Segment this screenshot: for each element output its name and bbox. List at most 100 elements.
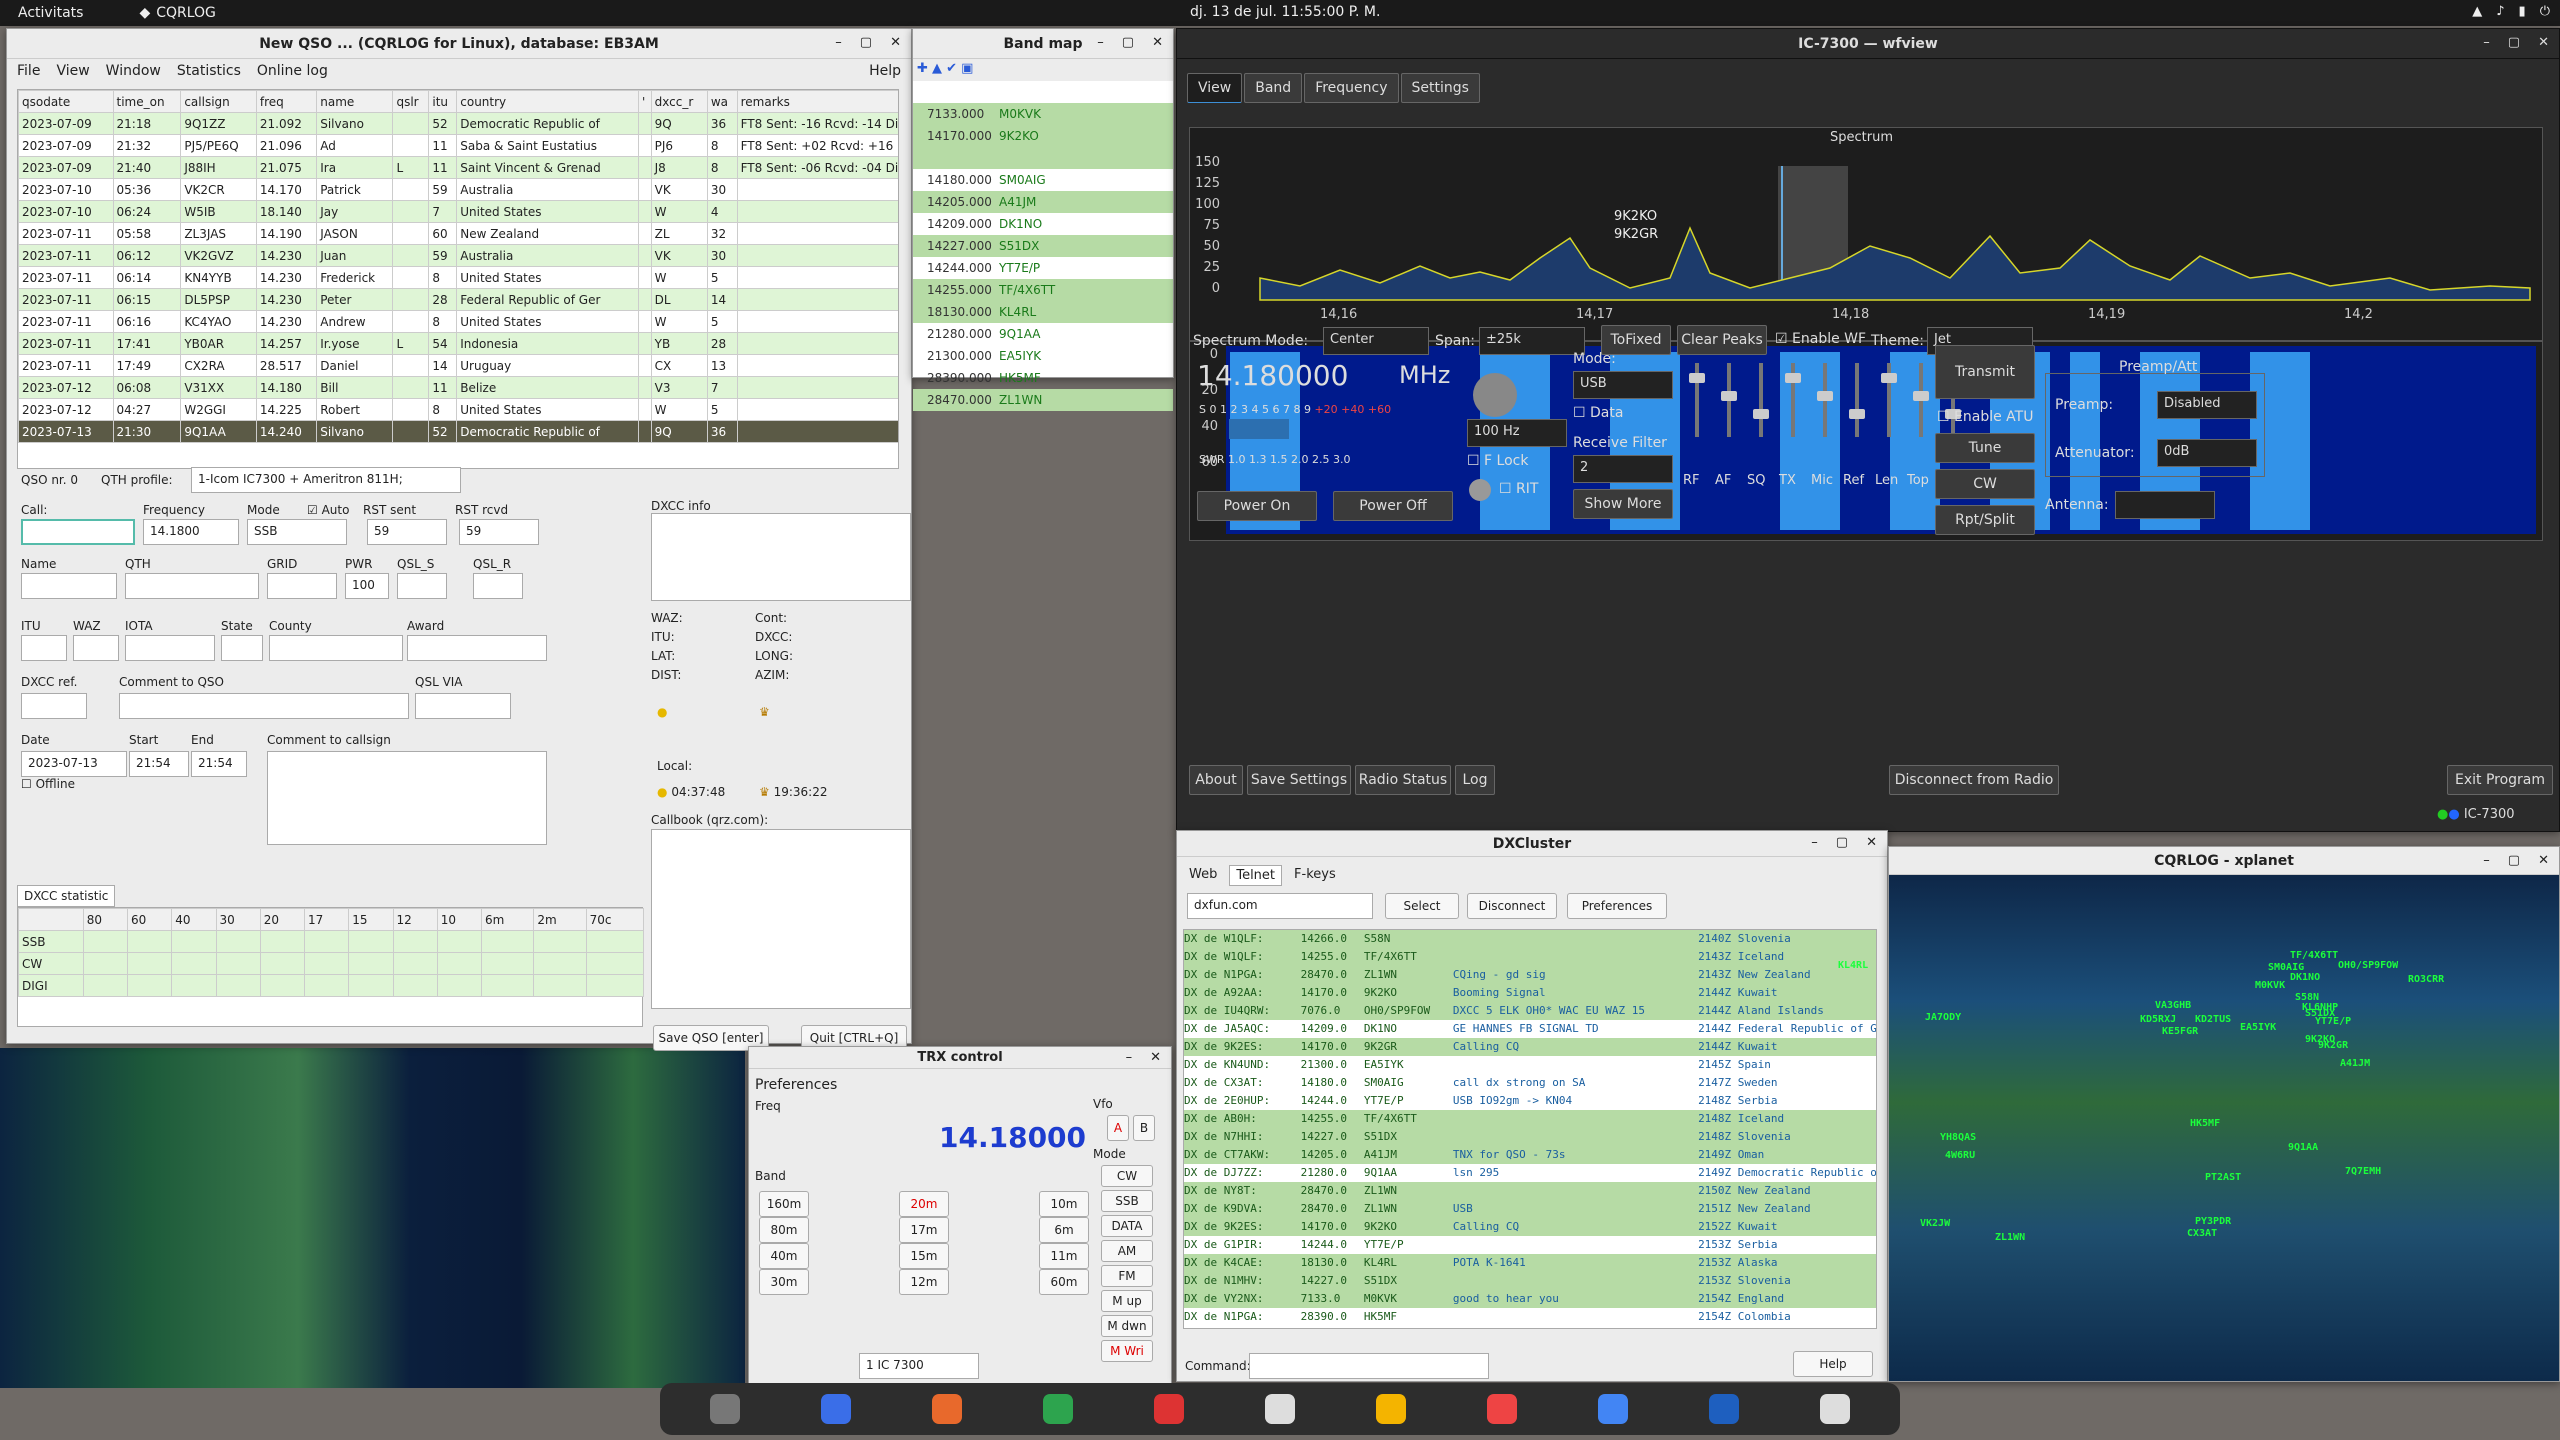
- vfo-a-button[interactable]: A: [1107, 1115, 1129, 1141]
- band-map-list[interactable]: 7133.000 M0KVK 14170.000 9K2KO 14180.000 SM0A…: [913, 81, 1173, 411]
- mode-select[interactable]: SSB: [247, 519, 347, 545]
- column-header[interactable]: remarks: [736, 90, 898, 113]
- table-row[interactable]: 2023-07-13 21:30 9Q1AA 14.240 Silvano 52 Democ…: [18, 420, 898, 443]
- minimize-icon[interactable]: –: [835, 35, 842, 50]
- column-header[interactable]: callsign: [180, 90, 257, 113]
- band-map-row[interactable]: 14205.000 A41JM: [913, 191, 1173, 213]
- cluster-spot-row[interactable]: DX de N1PGA: 28470.0 ZL1WN CQing - gd sig 21…: [1184, 966, 1876, 984]
- band-button[interactable]: 40m: [759, 1243, 809, 1269]
- cluster-spot-row[interactable]: DX de VY2NX: 7133.0 M0KVK good to hear you 2…: [1184, 1290, 1876, 1308]
- about-button[interactable]: About: [1189, 765, 1243, 795]
- column-header[interactable]: time_on: [112, 90, 182, 113]
- column-header[interactable]: country: [456, 90, 639, 113]
- band-map-row[interactable]: 21300.000 EA5IYK: [913, 345, 1173, 367]
- menu-item[interactable]: View: [56, 63, 89, 79]
- close-icon[interactable]: ✕: [1866, 835, 1877, 850]
- word-icon[interactable]: [1708, 1394, 1739, 1424]
- freq-input[interactable]: 14.1800: [143, 519, 239, 545]
- rit-checkbox[interactable]: ☐ RIT: [1499, 481, 1538, 497]
- band-map-row[interactable]: 7133.000 M0KVK: [913, 103, 1173, 125]
- band-map-row[interactable]: 14180.000 SM0AIG: [913, 169, 1173, 191]
- waz-input[interactable]: [73, 635, 119, 661]
- spectrum-panel[interactable]: Spectrum 150 125 100 75 50 25 0 14,16 14,17 14,1…: [1189, 127, 2543, 341]
- band-button[interactable]: 12m: [899, 1269, 949, 1295]
- table-row[interactable]: 2023-07-09 21:18 9Q1ZZ 21.092 Silvano 52 Democ…: [18, 112, 898, 135]
- cluster-spot-row[interactable]: DX de K9DVA: 28470.0 ZL1WN USB 2151Z New Zea…: [1184, 1200, 1876, 1218]
- comment-call-input[interactable]: [267, 751, 547, 845]
- comment-qso-input[interactable]: [119, 693, 409, 719]
- maximize-icon[interactable]: ▢: [2508, 853, 2520, 868]
- table-row[interactable]: 2023-07-10 06:24 W5IB 18.140 Jay 7 United Stat…: [18, 200, 898, 223]
- tab[interactable]: View: [1187, 73, 1243, 103]
- band-map-row[interactable]: 14170.000 9K2KO: [913, 125, 1173, 147]
- cluster-spot-row[interactable]: DX de KN4UND: 21300.0 EA5IYK 2145Z Spain: [1184, 1056, 1876, 1074]
- cluster-spot-row[interactable]: DX de NY8T: 28470.0 ZL1WN 2150Z New Zealand: [1184, 1182, 1876, 1200]
- iota-select[interactable]: [125, 635, 215, 661]
- flock-checkbox[interactable]: ☐ F Lock: [1467, 453, 1528, 469]
- preferences-button[interactable]: Preferences: [1567, 893, 1667, 919]
- select-button[interactable]: Select: [1385, 893, 1459, 919]
- table-row[interactable]: 2023-07-09 21:32 PJ5/PE6Q 21.096 Ad 11 Saba & …: [18, 134, 898, 157]
- cluster-spot-row[interactable]: DX de G1PIR: 14244.0 YT7E/P 2153Z Serbia: [1184, 1236, 1876, 1254]
- qsl-r-select[interactable]: [473, 573, 523, 599]
- band-map-row[interactable]: 28390.000 HK5MF: [913, 367, 1173, 389]
- span-select[interactable]: ±25k: [1479, 327, 1585, 355]
- chrome-icon[interactable]: [1597, 1394, 1628, 1424]
- cluster-spot-row[interactable]: DX de N7HHI: 14227.0 S51DX 2148Z Slovenia: [1184, 1128, 1876, 1146]
- mode-button[interactable]: FM: [1101, 1265, 1153, 1287]
- tab[interactable]: Band: [1244, 73, 1303, 103]
- att-select[interactable]: 0dB: [2157, 439, 2257, 467]
- app-icon[interactable]: [932, 1394, 963, 1424]
- cluster-spot-row[interactable]: DX de A92AA: 14170.0 9K2KO Booming Signal 21…: [1184, 984, 1876, 1002]
- cluster-spot-row[interactable]: DX de DJ7ZZ: 21280.0 9Q1AA lsn 295 2149Z Dem…: [1184, 1164, 1876, 1182]
- grid-input[interactable]: [267, 573, 337, 599]
- date-input[interactable]: 2023-07-13: [21, 751, 127, 777]
- band-button[interactable]: 20m: [899, 1191, 949, 1217]
- clock[interactable]: dj. 13 de jul. 11:55:00 P. M.: [1190, 4, 1380, 20]
- slider-handle[interactable]: [1689, 373, 1705, 383]
- rpt-split-button[interactable]: Rpt/Split: [1935, 505, 2035, 535]
- mode-button[interactable]: M up: [1101, 1290, 1153, 1312]
- tab[interactable]: Telnet: [1229, 865, 1283, 886]
- start-input[interactable]: 21:54: [129, 751, 189, 777]
- table-row[interactable]: 2023-07-11 17:49 CX2RA 28.517 Daniel 14 Urugua…: [18, 354, 898, 377]
- transmit-button[interactable]: Transmit: [1935, 345, 2035, 399]
- radio-status-button[interactable]: Radio Status: [1355, 765, 1451, 795]
- maximize-icon[interactable]: ▢: [1836, 835, 1848, 850]
- minimize-icon[interactable]: –: [1126, 1050, 1133, 1065]
- column-header[interactable]: wa: [706, 90, 738, 113]
- qth-input[interactable]: [125, 573, 259, 599]
- band-map-toolbar[interactable]: ✚ ▲ ✔ ▣: [913, 59, 1173, 81]
- band-map-row[interactable]: 21280.000 9Q1AA: [913, 323, 1173, 345]
- clear-peaks-button[interactable]: Clear Peaks: [1677, 325, 1767, 355]
- column-header[interactable]: qslr: [392, 90, 430, 113]
- band-button[interactable]: 17m: [899, 1217, 949, 1243]
- mode-button[interactable]: SSB: [1101, 1190, 1153, 1212]
- cluster-spot-row[interactable]: DX de CT7AKW: 14205.0 A41JM TNX for QSO - 7…: [1184, 1146, 1876, 1164]
- auto-checkbox[interactable]: ☑ Auto: [307, 503, 349, 517]
- table-row[interactable]: 2023-07-12 04:27 W2GGI 14.225 Robert 8 United …: [18, 398, 898, 421]
- mode-select[interactable]: USB: [1573, 371, 1673, 399]
- vfo-b-button[interactable]: B: [1133, 1115, 1155, 1141]
- award-input[interactable]: [407, 635, 547, 661]
- log-button[interactable]: Log: [1455, 765, 1495, 795]
- tuning-knob[interactable]: [1473, 373, 1517, 417]
- maximize-icon[interactable]: ▢: [860, 35, 872, 50]
- band-button[interactable]: 60m: [1039, 1269, 1089, 1295]
- minimize-icon[interactable]: –: [1811, 835, 1818, 850]
- mode-button[interactable]: M Wri: [1101, 1340, 1153, 1362]
- band-button[interactable]: 80m: [759, 1217, 809, 1243]
- cluster-spot-row[interactable]: DX de W1QLF: 14266.0 S58N 2140Z Slovenia: [1184, 930, 1876, 948]
- column-header[interactable]: itu: [428, 90, 458, 113]
- name-input[interactable]: [21, 573, 117, 599]
- cluster-spot-row[interactable]: DX de CX3AT: 14180.0 SM0AIG call dx strong …: [1184, 1074, 1876, 1092]
- slider-handle[interactable]: [1721, 391, 1737, 401]
- app-icon[interactable]: [1154, 1394, 1185, 1424]
- preamp-select[interactable]: Disabled: [2157, 391, 2257, 419]
- tab[interactable]: Settings: [1400, 73, 1480, 103]
- band-map-row[interactable]: 14244.000 YT7E/P: [913, 257, 1173, 279]
- cluster-spot-row[interactable]: DX de JA5AQC: 14209.0 DK1NO GE HANNES FB SI…: [1184, 1020, 1876, 1038]
- cluster-spot-row[interactable]: DX de AB0H: 14255.0 TF/4X6TT 2148Z Iceland: [1184, 1110, 1876, 1128]
- disconnect-button[interactable]: Disconnect: [1467, 893, 1557, 919]
- qso-log-table[interactable]: qsodate time_on callsign freq name qslr itu cou…: [17, 89, 899, 469]
